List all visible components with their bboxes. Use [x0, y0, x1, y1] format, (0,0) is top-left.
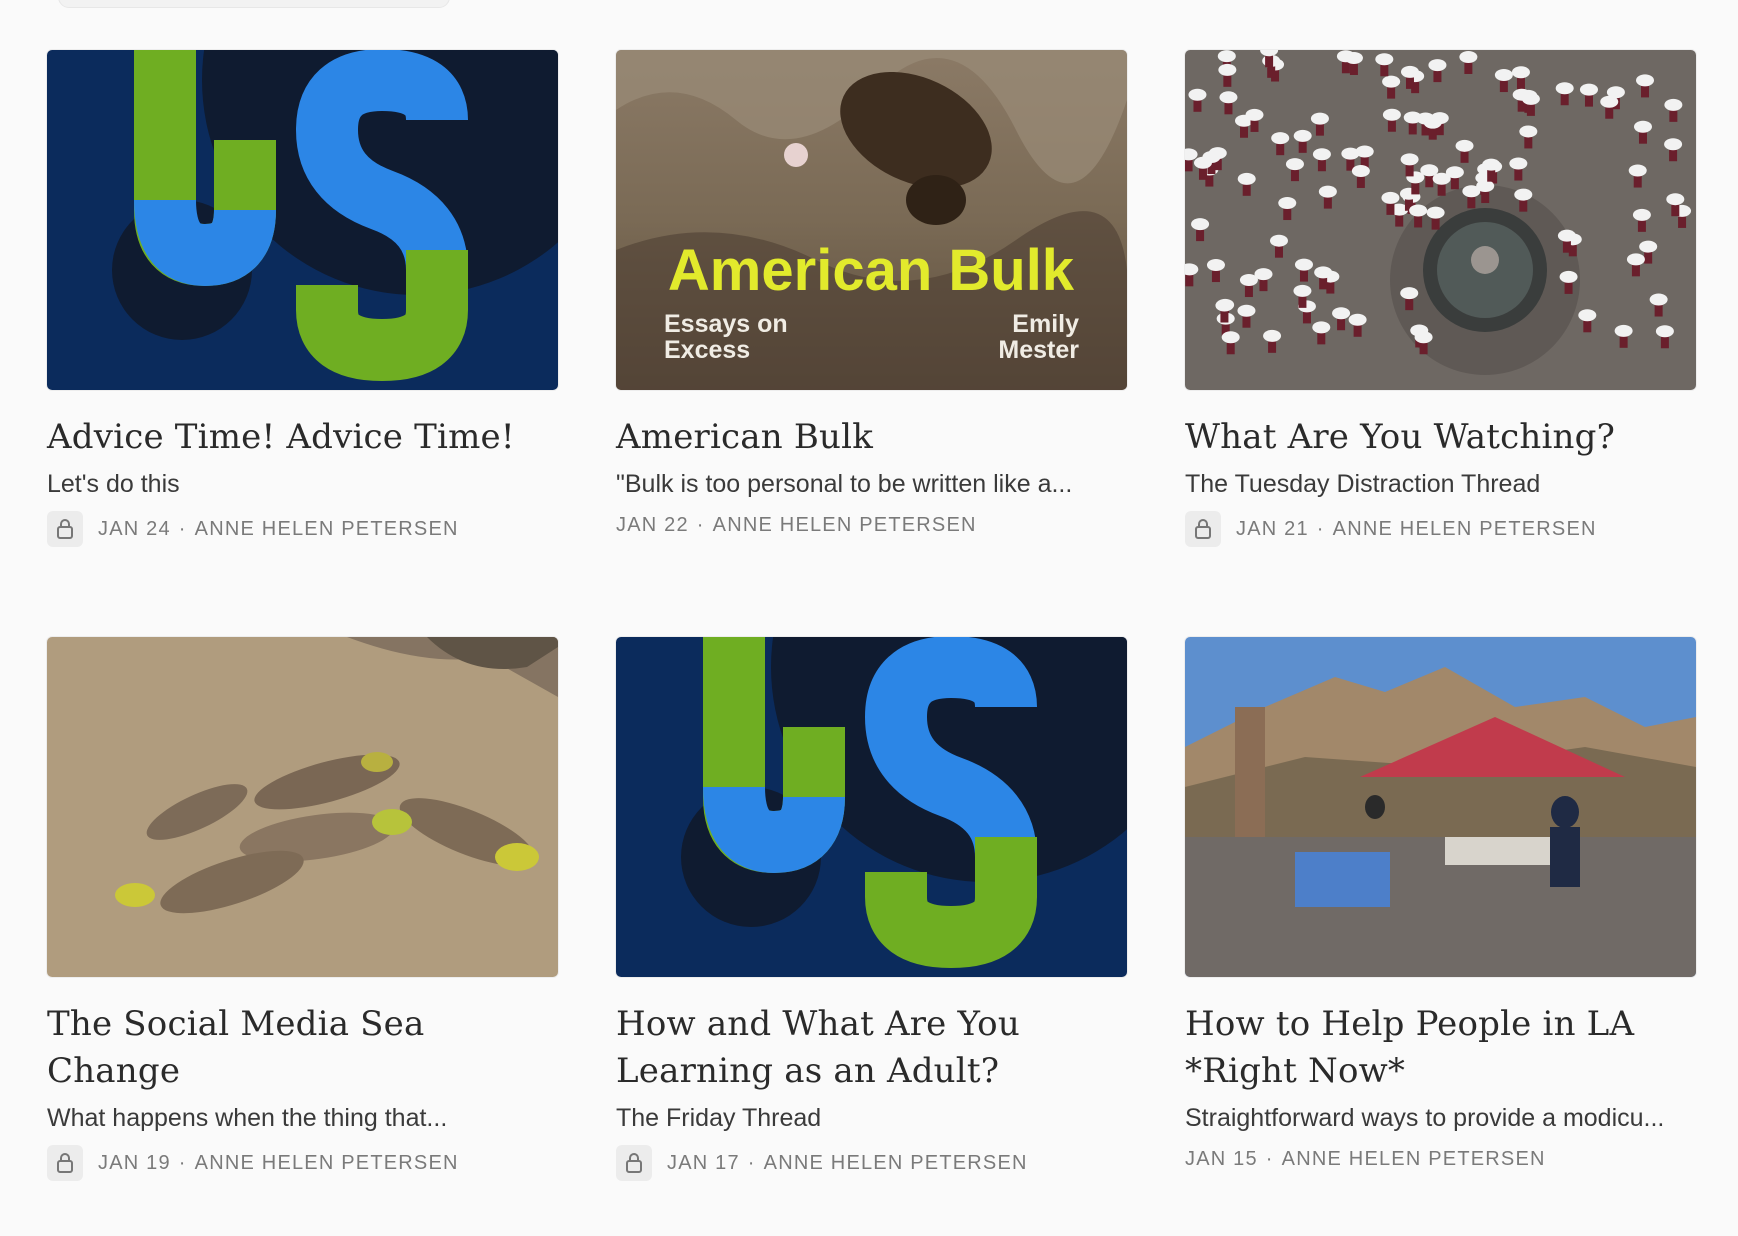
post-card[interactable]: How and What Are You Learning as an Adul…: [616, 637, 1127, 1224]
post-subtitle: What happens when the thing that...: [47, 1104, 448, 1132]
post-meta: JAN 17 · ANNE HELEN PETERSEN: [616, 1145, 1127, 1181]
post-date: JAN 15: [1185, 1147, 1258, 1170]
post-author[interactable]: ANNE HELEN PETERSEN: [1333, 518, 1597, 541]
post-card[interactable]: The Social Media Sea Change What happens…: [47, 637, 558, 1224]
post-author[interactable]: ANNE HELEN PETERSEN: [195, 1152, 459, 1175]
cover-author-line2: Mester: [998, 336, 1079, 364]
post-title[interactable]: American Bulk: [616, 414, 1127, 461]
post-subtitle: The Friday Thread: [616, 1104, 822, 1132]
umbrella-fountain-image: [1185, 50, 1696, 390]
american-bulk-cover-image: American Bulk Essays on Excess Emily Mes…: [616, 50, 1127, 390]
post-subtitle: "Bulk is too personal to be written like…: [616, 470, 1073, 498]
post-card[interactable]: Advice Time! Advice Time! Let's do this …: [47, 50, 558, 637]
cover-author-line1: Emily: [1012, 310, 1079, 338]
cover-title: American Bulk: [668, 238, 1075, 303]
sunken-boats-image: [47, 637, 558, 977]
post-thumbnail-culture-study-logo[interactable]: [616, 637, 1127, 977]
lock-icon: [616, 1145, 652, 1181]
culture-study-logo-image: [47, 50, 558, 390]
post-thumbnail-culture-study-logo[interactable]: [47, 50, 558, 390]
post-subtitle: Let's do this: [47, 470, 180, 498]
post-thumbnail-american-bulk-cover[interactable]: American Bulk Essays on Excess Emily Mes…: [616, 50, 1127, 390]
post-thumbnail-la-relief-tent-photo[interactable]: [1185, 637, 1696, 977]
post-card[interactable]: What Are You Watching? The Tuesday Distr…: [1185, 50, 1696, 637]
lock-icon: [47, 511, 83, 547]
post-thumbnail-umbrella-fountain-photo[interactable]: [1185, 50, 1696, 390]
post-title[interactable]: What Are You Watching?: [1185, 414, 1696, 461]
post-card[interactable]: American Bulk Essays on Excess Emily Mes…: [616, 50, 1127, 637]
post-meta: JAN 21 · ANNE HELEN PETERSEN: [1185, 511, 1696, 547]
meta-separator: ·: [178, 517, 187, 540]
meta-separator: ·: [1316, 517, 1325, 540]
post-title[interactable]: How and What Are You Learning as an Adul…: [616, 1001, 1127, 1095]
post-subtitle: The Tuesday Distraction Thread: [1185, 470, 1541, 498]
post-date: JAN 19: [98, 1151, 171, 1174]
meta-separator: ·: [1265, 1147, 1274, 1170]
post-grid: Advice Time! Advice Time! Let's do this …: [47, 50, 1697, 1224]
post-meta: JAN 24 · ANNE HELEN PETERSEN: [47, 511, 558, 547]
post-date: JAN 17: [667, 1151, 740, 1174]
post-date: JAN 21: [1236, 517, 1309, 540]
meta-separator: ·: [747, 1151, 756, 1174]
post-date: JAN 24: [98, 517, 171, 540]
post-meta: JAN 22 · ANNE HELEN PETERSEN: [616, 507, 1127, 543]
meta-separator: ·: [178, 1151, 187, 1174]
post-author[interactable]: ANNE HELEN PETERSEN: [195, 518, 459, 541]
post-author[interactable]: ANNE HELEN PETERSEN: [713, 514, 977, 537]
post-subtitle: Straightforward ways to provide a modicu…: [1185, 1104, 1665, 1132]
post-author[interactable]: ANNE HELEN PETERSEN: [1282, 1148, 1546, 1171]
lock-icon: [1185, 511, 1221, 547]
lock-icon: [47, 1145, 83, 1181]
cover-subtitle-line1: Essays on: [664, 310, 788, 338]
meta-separator: ·: [696, 513, 705, 536]
post-title[interactable]: Advice Time! Advice Time!: [47, 414, 558, 461]
search-bar-edge[interactable]: [58, 0, 450, 8]
post-meta: JAN 15 · ANNE HELEN PETERSEN: [1185, 1141, 1696, 1177]
post-meta: JAN 19 · ANNE HELEN PETERSEN: [47, 1145, 558, 1181]
culture-study-logo-image: [616, 637, 1127, 977]
post-thumbnail-sunken-boats-photo[interactable]: [47, 637, 558, 977]
post-title[interactable]: The Social Media Sea Change: [47, 1001, 558, 1095]
post-title[interactable]: How to Help People in LA *Right Now*: [1185, 1001, 1696, 1095]
cover-subtitle-line2: Excess: [664, 336, 750, 364]
post-date: JAN 22: [616, 513, 689, 536]
post-card[interactable]: How to Help People in LA *Right Now* Str…: [1185, 637, 1696, 1224]
la-relief-tent-image: [1185, 637, 1696, 977]
post-author[interactable]: ANNE HELEN PETERSEN: [764, 1152, 1028, 1175]
